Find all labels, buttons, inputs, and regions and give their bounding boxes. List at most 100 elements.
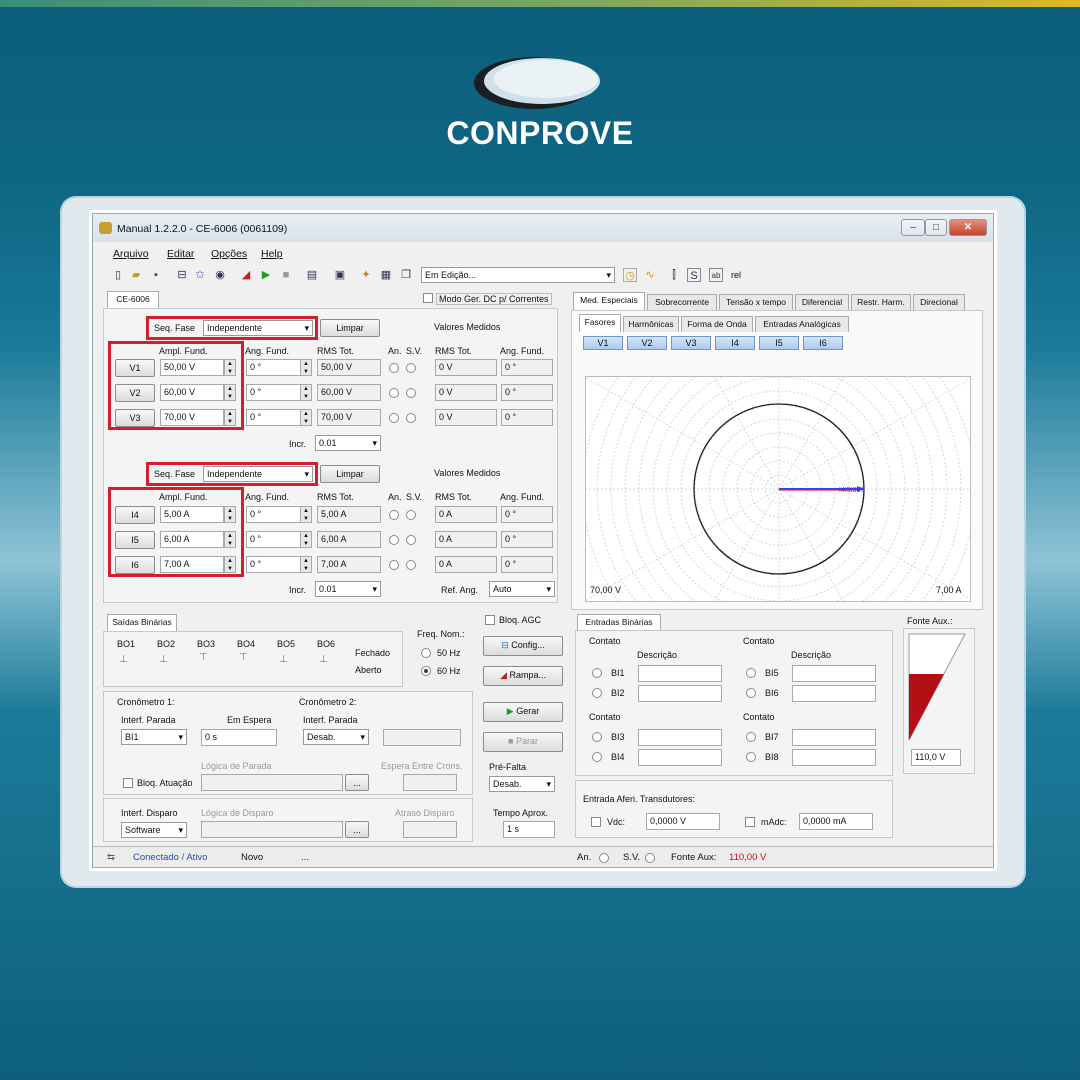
bi4-radio[interactable] <box>592 752 602 762</box>
i4-ang-input[interactable]: 0 ° <box>246 506 301 523</box>
i5-ang-input[interactable]: 0 ° <box>246 531 301 548</box>
tab-ce6006[interactable]: CE-6006 <box>107 291 159 309</box>
copy-icon[interactable]: ❐ <box>399 268 413 282</box>
v1-ang-spinner[interactable]: ▲ ▼ <box>300 359 312 376</box>
v2-button[interactable]: V2 <box>115 384 155 402</box>
v2-ampl-spinner[interactable]: ▲ ▼ <box>224 384 236 401</box>
cron1-logic-browse[interactable]: ... <box>345 774 369 791</box>
phasor-i4-button[interactable]: I4 <box>715 336 755 350</box>
madc-checkbox[interactable] <box>745 817 755 827</box>
i4-ampl-input[interactable]: 5,00 A <box>160 506 224 523</box>
v-seq-select[interactable]: Independente <box>203 320 313 336</box>
tab-med-especiais[interactable]: Med. Especiais <box>573 292 645 310</box>
close-button[interactable]: ✕ <box>949 219 987 236</box>
i4-ampl-spinner[interactable]: ▲ ▼ <box>224 506 236 523</box>
phasor-i5-button[interactable]: I5 <box>759 336 799 350</box>
v1-ampl-input[interactable]: 50,00 V <box>160 359 224 376</box>
i6-ampl-input[interactable]: 7,00 A <box>160 556 224 573</box>
prefalta-select[interactable]: Desab. <box>489 776 555 792</box>
bi3-desc-input[interactable] <box>638 729 722 746</box>
v1-sv-radio[interactable] <box>406 363 416 373</box>
minimize-button[interactable]: – <box>901 219 925 236</box>
menu-arquivo[interactable]: Arquivo <box>113 248 149 260</box>
tab-harmonicas[interactable]: Harmônicas <box>623 316 679 332</box>
v2-an-radio[interactable] <box>389 388 399 398</box>
i5-an-radio[interactable] <box>389 535 399 545</box>
phasor-v1-button[interactable]: V1 <box>583 336 623 350</box>
cron1-interf-select[interactable]: BI1 <box>121 729 187 745</box>
screen-icon[interactable]: ▣ <box>333 268 347 282</box>
i-clear-button[interactable]: Limpar <box>320 465 380 483</box>
stop-icon[interactable]: ■ <box>279 268 293 282</box>
v1-button[interactable]: V1 <box>115 359 155 377</box>
menu-help[interactable]: Help <box>261 248 283 260</box>
maximize-button[interactable]: □ <box>925 219 947 236</box>
play-icon[interactable]: ▶ <box>259 268 273 282</box>
freq-50-radio[interactable] <box>421 648 431 658</box>
bi6-radio[interactable] <box>746 688 756 698</box>
i5-ampl-spinner[interactable]: ▲ ▼ <box>224 531 236 548</box>
v3-ampl-spinner[interactable]: ▲ ▼ <box>224 409 236 426</box>
v1-ampl-spinner[interactable]: ▲ ▼ <box>224 359 236 376</box>
tab-direcional[interactable]: Direcional <box>913 294 965 310</box>
config-button[interactable]: ⊟ Config... <box>483 636 563 656</box>
s-icon[interactable]: S <box>687 268 701 282</box>
cron1-wait-input[interactable]: 0 s <box>201 729 277 746</box>
disparo-logic-browse[interactable]: ... <box>345 821 369 838</box>
bi4-desc-input[interactable] <box>638 749 722 766</box>
open-folder-icon[interactable]: ▰ <box>129 268 143 282</box>
tab-fasores[interactable]: Fasores <box>579 314 621 332</box>
bi8-radio[interactable] <box>746 752 756 762</box>
tab-diferencial[interactable]: Diferencial <box>795 294 849 310</box>
i5-sv-radio[interactable] <box>406 535 416 545</box>
tab-entradas-analogicas[interactable]: Entradas Analógicas <box>755 316 849 332</box>
i6-ampl-spinner[interactable]: ▲ ▼ <box>224 556 236 573</box>
save-icon[interactable]: ▪ <box>149 268 163 282</box>
rampa-button[interactable]: ◢ Rampa... <box>483 666 563 686</box>
tab-sobrecorrente[interactable]: Sobrecorrente <box>647 294 717 310</box>
i5-button[interactable]: I5 <box>115 531 155 549</box>
bi1-desc-input[interactable] <box>638 665 722 682</box>
i6-sv-radio[interactable] <box>406 560 416 570</box>
phasor-v2-button[interactable]: V2 <box>627 336 667 350</box>
i-seq-select[interactable]: Independente <box>203 466 313 482</box>
i5-ampl-input[interactable]: 6,00 A <box>160 531 224 548</box>
bi3-radio[interactable] <box>592 732 602 742</box>
wave-icon[interactable]: ∿ <box>643 268 657 282</box>
v2-sv-radio[interactable] <box>406 388 416 398</box>
bo6-switch-icon[interactable]: ⊥ <box>319 654 328 665</box>
i4-ang-spinner[interactable]: ▲ ▼ <box>300 506 312 523</box>
bi1-radio[interactable] <box>592 668 602 678</box>
v3-button[interactable]: V3 <box>115 409 155 427</box>
disparo-interf-select[interactable]: Software <box>121 822 187 838</box>
i4-button[interactable]: I4 <box>115 506 155 524</box>
menu-opcoes[interactable]: Opções <box>211 248 247 260</box>
i6-an-radio[interactable] <box>389 560 399 570</box>
bo1-switch-icon[interactable]: ⊥ <box>119 654 128 665</box>
vdc-checkbox[interactable] <box>591 817 601 827</box>
v-clear-button[interactable]: Limpar <box>320 319 380 337</box>
bo2-switch-icon[interactable]: ⊥ <box>159 654 168 665</box>
star-icon[interactable]: ✩ <box>193 268 207 282</box>
ab-icon[interactable]: ab <box>709 268 723 282</box>
gerar-button[interactable]: ▶ Gerar <box>483 702 563 722</box>
v3-sv-radio[interactable] <box>406 413 416 423</box>
i6-button[interactable]: I6 <box>115 556 155 574</box>
v3-ampl-input[interactable]: 70,00 V <box>160 409 224 426</box>
settings-icon[interactable]: ◉ <box>213 268 227 282</box>
i6-ang-spinner[interactable]: ▲ ▼ <box>300 556 312 573</box>
v3-an-radio[interactable] <box>389 413 399 423</box>
bi7-radio[interactable] <box>746 732 756 742</box>
bi5-desc-input[interactable] <box>792 665 876 682</box>
modo-dc-checkbox[interactable] <box>423 293 433 303</box>
i5-ang-spinner[interactable]: ▲ ▼ <box>300 531 312 548</box>
report-icon[interactable]: ▤ <box>305 268 319 282</box>
clock-icon[interactable]: ◷ <box>623 268 637 282</box>
bi2-radio[interactable] <box>592 688 602 698</box>
tab-tensao-tempo[interactable]: Tensão x tempo <box>719 294 793 310</box>
bi6-desc-input[interactable] <box>792 685 876 702</box>
bo4-switch-icon[interactable]: ⊤ <box>239 652 248 663</box>
v-incr-select[interactable]: 0.01 <box>315 435 381 451</box>
i-incr-select[interactable]: 0.01 <box>315 581 381 597</box>
v2-ang-spinner[interactable]: ▲ ▼ <box>300 384 312 401</box>
